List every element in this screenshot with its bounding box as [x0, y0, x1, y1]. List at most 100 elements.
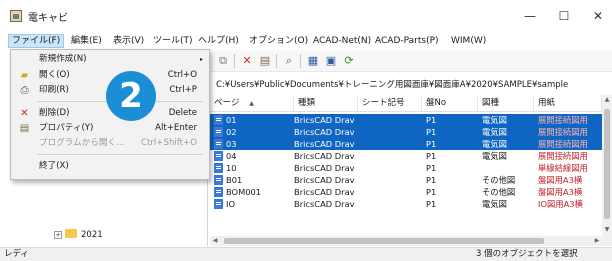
drawing-file-icon: [214, 151, 223, 161]
cell-drawing-type: [482, 162, 532, 174]
expand-icon[interactable]: +: [54, 231, 62, 239]
file-list: ページ ▲ 種類 シート記号 盤No 図種 用紙 01 BricsCAD Drav P…: [210, 95, 612, 246]
menu-item-exit[interactable]: 終了(X): [11, 159, 209, 174]
menu-wim[interactable]: WIM(W): [448, 34, 489, 48]
table-row[interactable]: IO BricsCAD Drav P1 電気図 IO図用A3横: [210, 198, 602, 210]
column-header-type[interactable]: 種類: [294, 95, 358, 112]
cell-page: 04: [226, 151, 237, 161]
table-row[interactable]: B01 BricsCAD Drav P1 その他図 盤図用A3横: [210, 174, 602, 186]
column-header-sheet[interactable]: シート記号: [358, 95, 422, 112]
cell-paper: 展開接続図用: [538, 127, 588, 137]
cell-sheet: [360, 186, 420, 198]
cell-panel-no: P1: [426, 199, 437, 209]
cell-drawing-type: 電気図: [482, 199, 507, 209]
menu-file[interactable]: ファイル(F): [8, 34, 65, 48]
cell-type: BricsCAD Drav: [294, 163, 355, 173]
cell-paper: 展開接続図用: [538, 139, 588, 149]
delete-icon[interactable]: ✕: [240, 54, 254, 68]
cell-paper: 展開接続図用: [538, 151, 588, 161]
cell-sheet: [360, 174, 420, 186]
column-header-paper[interactable]: 用紙: [534, 95, 602, 112]
cell-sheet: [360, 162, 420, 174]
cell-drawing-type: 電気図: [482, 127, 507, 137]
cell-panel-no: P1: [426, 163, 437, 173]
properties-icon[interactable]: ▤: [258, 54, 272, 68]
copy-icon[interactable]: ⧉: [216, 54, 230, 68]
search-icon[interactable]: ⌕: [282, 54, 296, 68]
table-row[interactable]: 03 BricsCAD Drav P1 電気図 展開接続図用: [210, 138, 602, 150]
cell-page: 10: [226, 163, 237, 173]
tree-folder-2021[interactable]: +2021: [54, 228, 103, 242]
cell-panel-no: P1: [426, 139, 437, 149]
step-number-badge: 2: [106, 71, 156, 121]
toolbar-separator: [300, 54, 301, 68]
menu-edit[interactable]: 編集(E): [68, 34, 105, 48]
table-row[interactable]: BOM001 BricsCAD Drav P1 その他図 盤図用A3横: [210, 186, 602, 198]
detail-view-icon[interactable]: ▣: [324, 54, 338, 68]
file-menu-dropdown: 新規作成(N) ▸ ▰ 開く(O) Ctrl+O ⎙ 印刷(R) Ctrl+P …: [10, 49, 210, 180]
drawing-file-icon: [214, 175, 223, 185]
menu-acad-parts[interactable]: ACAD-Parts(P): [372, 34, 442, 48]
minimize-button[interactable]: —: [518, 6, 542, 26]
cell-paper: 展開接続図用: [538, 115, 588, 125]
cell-drawing-type: 電気図: [482, 139, 507, 149]
scroll-left-icon[interactable]: ◀: [210, 236, 220, 246]
cell-page: 03: [226, 139, 237, 149]
menu-acad-net[interactable]: ACAD-Net(N): [310, 34, 374, 48]
status-text: レディ: [4, 249, 29, 259]
refresh-icon[interactable]: ⟳: [342, 54, 356, 68]
cell-type: BricsCAD Drav: [294, 115, 355, 125]
horizontal-scrollbar[interactable]: ◀ ▶: [210, 236, 602, 246]
cell-paper: 盤図用A3横: [538, 175, 583, 185]
app-icon: [10, 10, 22, 22]
table-row[interactable]: 04 BricsCAD Drav P1 電気図 展開接続図用: [210, 150, 602, 162]
cell-type: BricsCAD Drav: [294, 199, 355, 209]
menu-item-new[interactable]: 新規作成(N) ▸: [11, 52, 209, 67]
toolbar: ⧉ ✕ ▤ ⌕ ▦ ▣ ⟳: [210, 50, 612, 72]
cell-paper: IO図用A3横: [538, 199, 583, 209]
scroll-up-icon[interactable]: ▲: [602, 95, 612, 105]
cell-drawing-type: 電気図: [482, 115, 507, 125]
column-header-panel-no[interactable]: 盤No: [422, 95, 478, 112]
cell-type: BricsCAD Drav: [294, 175, 355, 185]
column-header-drawing-type[interactable]: 図種: [478, 95, 534, 112]
cell-sheet: [360, 138, 420, 150]
folder-icon: [65, 229, 77, 238]
list-view-icon[interactable]: ▦: [306, 54, 320, 68]
table-row[interactable]: 01 BricsCAD Drav P1 電気図 展開接続図用: [210, 114, 602, 126]
toolbar-separator: [234, 54, 235, 68]
menu-options[interactable]: オプション(O): [246, 34, 311, 48]
cell-page: IO: [226, 199, 235, 209]
close-button[interactable]: ✕: [586, 6, 610, 26]
status-bar: レディ 3 個のオブジェクトを選択: [0, 247, 612, 261]
printer-icon: ⎙: [20, 85, 29, 96]
title-bar: 電キャビ — ☐ ✕: [0, 0, 612, 32]
horizontal-scroll-thumb[interactable]: [224, 238, 544, 244]
menu-item-open-with[interactable]: プログラムから開く... Ctrl+Shift+O: [11, 136, 209, 151]
cell-type: BricsCAD Drav: [294, 151, 355, 161]
cell-page: B01: [226, 175, 243, 185]
menu-view[interactable]: 表示(V): [110, 34, 147, 48]
maximize-button[interactable]: ☐: [552, 6, 576, 26]
column-header-page[interactable]: ページ ▲: [210, 95, 294, 112]
cell-paper: 単線結線図用: [538, 163, 588, 173]
table-row[interactable]: 02 BricsCAD Drav P1 電気図 展開接続図用: [210, 126, 602, 138]
open-folder-icon: ▰: [20, 70, 29, 81]
drawing-file-icon: [214, 163, 223, 173]
menu-help[interactable]: ヘルプ(H): [195, 34, 242, 48]
drawing-file-icon: [214, 199, 223, 209]
cell-panel-no: P1: [426, 175, 437, 185]
scroll-down-icon[interactable]: ▼: [602, 225, 612, 235]
table-row[interactable]: 10 BricsCAD Drav P1 単線結線図用: [210, 162, 602, 174]
menu-item-properties[interactable]: ▤ プロパティ(Y) Alt+Enter: [11, 121, 209, 136]
drawing-file-icon: [214, 127, 223, 137]
vertical-scroll-thumb[interactable]: [604, 109, 610, 219]
cell-type: BricsCAD Drav: [294, 187, 355, 197]
properties-icon: ▤: [19, 123, 30, 134]
menu-tools[interactable]: ツール(T): [150, 34, 196, 48]
cell-panel-no: P1: [426, 187, 437, 197]
cell-drawing-type: その他図: [482, 175, 516, 185]
vertical-scrollbar[interactable]: ▲ ▼: [602, 95, 612, 246]
cell-page: 01: [226, 115, 237, 125]
scroll-right-icon[interactable]: ▶: [592, 236, 602, 246]
